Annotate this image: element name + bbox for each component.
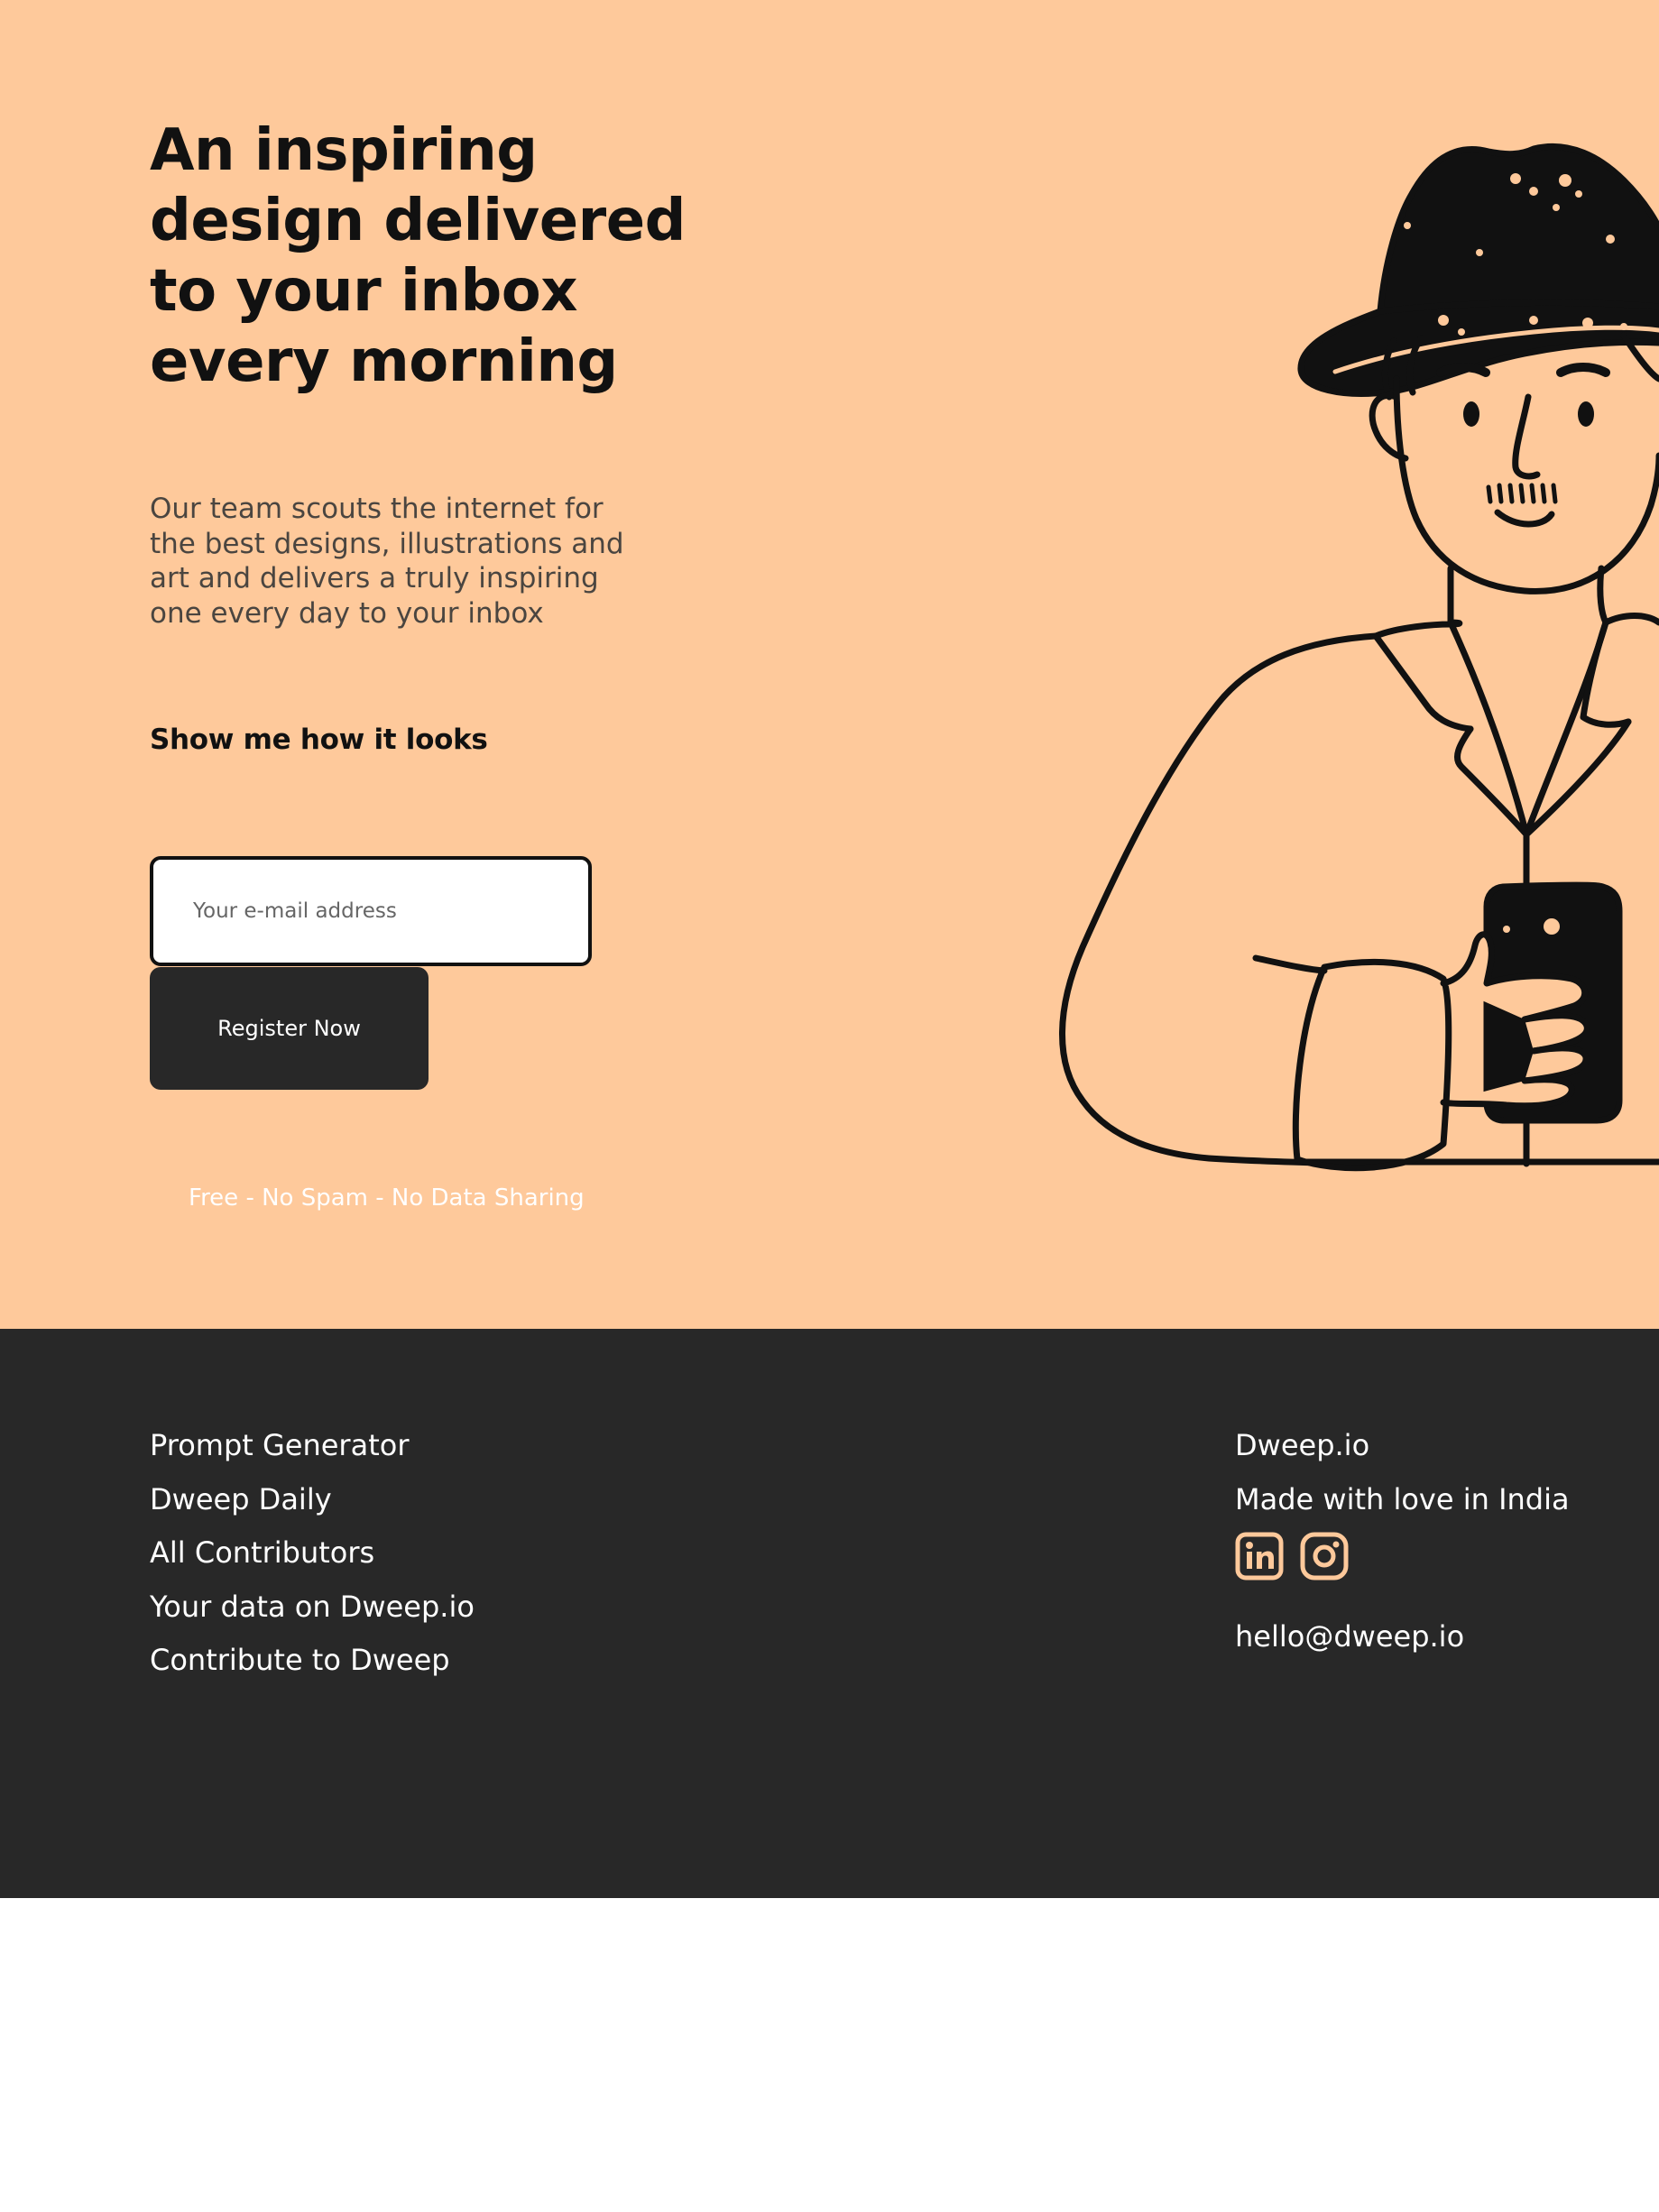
footer-link-all-contributors[interactable]: All Contributors xyxy=(150,1535,374,1570)
collar xyxy=(1372,619,1463,640)
hero-section: An inspiring design delivered to your in… xyxy=(0,0,1659,1329)
footer: Prompt Generator Dweep Daily All Contrib… xyxy=(0,1329,1659,1898)
show-preview-link[interactable]: Show me how it looks xyxy=(150,724,488,756)
email-field[interactable] xyxy=(153,860,588,963)
footer-link-list: Prompt Generator Dweep Daily All Contrib… xyxy=(150,1419,475,1688)
footer-link-prompt-generator[interactable]: Prompt Generator xyxy=(150,1428,409,1462)
hero-subtext: Our team scouts the internet for the bes… xyxy=(150,493,624,630)
footer-link-dweep-daily[interactable]: Dweep Daily xyxy=(150,1482,332,1516)
hat-crown xyxy=(1377,143,1659,315)
hat-brim xyxy=(1297,299,1659,397)
social-links xyxy=(1235,1532,1641,1582)
footer-link-your-data[interactable]: Your data on Dweep.io xyxy=(150,1590,475,1624)
linkedin-icon[interactable] xyxy=(1235,1532,1284,1581)
footer-info: Dweep.io Made with love in India hello@d… xyxy=(1235,1419,1641,1654)
sleeve-cuff xyxy=(1292,958,1452,1172)
body xyxy=(1059,632,1379,1167)
instagram-icon[interactable] xyxy=(1300,1532,1349,1581)
footer-brand: Dweep.io xyxy=(1235,1428,1370,1462)
footer-tagline: Made with love in India xyxy=(1235,1481,1570,1516)
person-with-hat-holding-phone-illustration xyxy=(1059,143,1659,1172)
footer-link-contribute[interactable]: Contribute to Dweep xyxy=(150,1643,450,1677)
fineprint-text: Free - No Spam - No Data Sharing xyxy=(189,1184,585,1212)
hero-headline: An inspiring design delivered to your in… xyxy=(150,117,686,395)
email-field-container xyxy=(150,856,592,966)
register-button[interactable]: Register Now xyxy=(150,967,429,1090)
contact-email-link[interactable]: hello@dweep.io xyxy=(1235,1619,1464,1654)
